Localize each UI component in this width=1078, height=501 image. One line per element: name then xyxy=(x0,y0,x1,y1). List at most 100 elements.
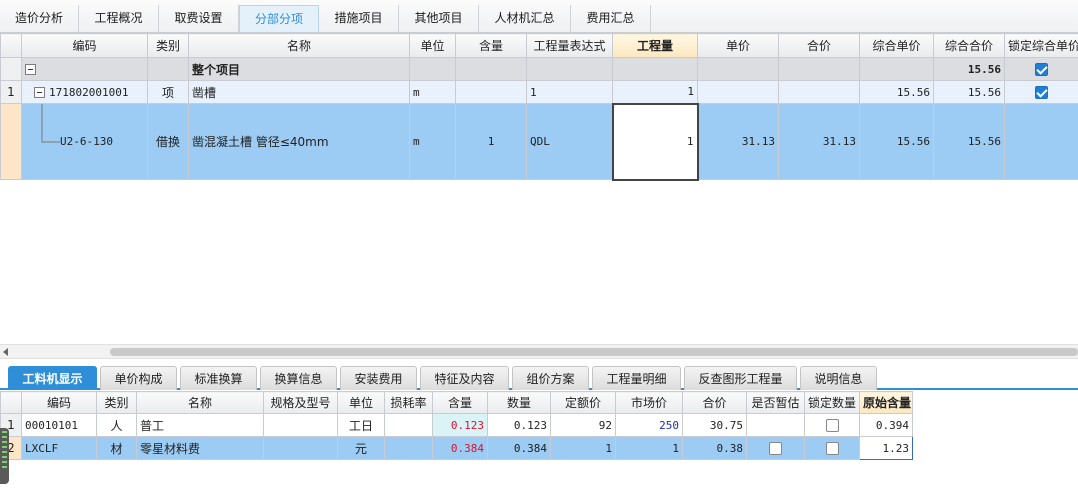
cell-expr[interactable] xyxy=(526,57,613,81)
orig-content-edit-cell[interactable]: 1.23 xyxy=(859,436,913,460)
table-row[interactable]: 1 171802001001 项 凿槽 m 1 1 15.56 15.56 xyxy=(0,80,1078,104)
cell-provisional[interactable] xyxy=(746,413,805,437)
cell-content[interactable]: 0.384 xyxy=(432,436,488,460)
cell-qty[interactable] xyxy=(612,57,698,81)
cell-spec[interactable] xyxy=(263,436,338,460)
table-row[interactable]: 1 00010101 人 普工 工日 0.123 0.123 92 250 30… xyxy=(0,413,913,437)
cell-comp-total[interactable]: 15.56 xyxy=(933,80,1005,104)
cell-unit[interactable]: 工日 xyxy=(337,413,385,437)
cell-loss[interactable] xyxy=(384,436,433,460)
qty-edit-cell[interactable]: 1 xyxy=(611,102,699,181)
header-type[interactable]: 类别 xyxy=(96,391,137,414)
cell-name[interactable]: 整个项目 xyxy=(188,57,410,81)
scroll-left-icon[interactable] xyxy=(3,348,8,356)
scroll-thumb[interactable] xyxy=(110,348,1078,356)
table-row-selected[interactable]: U2-6-130 借换 凿混凝土槽 管径≤40mm m 1 QDL 1 31.1… xyxy=(0,102,1078,181)
cell-price[interactable] xyxy=(697,80,779,104)
cell-code[interactable]: 00010101 xyxy=(21,413,97,437)
tab-pricing-plan[interactable]: 组价方案 xyxy=(512,366,589,390)
cell-code[interactable]: LXCLF xyxy=(21,436,97,460)
cell-loss[interactable] xyxy=(384,413,433,437)
cell-locked[interactable] xyxy=(1004,57,1078,81)
cell-content[interactable] xyxy=(455,80,527,104)
cell-locked[interactable] xyxy=(1004,80,1078,104)
cell-market-price[interactable]: 1 xyxy=(615,436,683,460)
cell-type[interactable]: 项 xyxy=(147,80,189,104)
cell-content[interactable] xyxy=(455,57,527,81)
tab-other-items[interactable]: 其他项目 xyxy=(399,5,479,32)
cell-name[interactable]: 凿槽 xyxy=(188,80,410,104)
cell-type[interactable]: 材 xyxy=(96,436,137,460)
cell-amount[interactable]: 0.384 xyxy=(487,436,551,460)
tab-sub-items[interactable]: 分部分项 xyxy=(239,5,319,32)
cell-code[interactable]: 171802001001 xyxy=(21,80,148,104)
cell-type[interactable] xyxy=(147,57,189,81)
cell-lock-qty[interactable] xyxy=(804,436,860,460)
header-loss[interactable]: 损耗率 xyxy=(384,391,433,414)
cell-name[interactable]: 普工 xyxy=(136,413,264,437)
header-qty[interactable]: 工程量 xyxy=(612,33,698,58)
cell-unit[interactable]: m xyxy=(409,80,456,104)
collapse-icon[interactable] xyxy=(34,87,45,98)
tab-unit-price-breakdown[interactable]: 单价构成 xyxy=(100,366,177,390)
collapse-icon[interactable] xyxy=(25,64,36,75)
provisional-checkbox[interactable] xyxy=(769,442,782,455)
header-locked[interactable]: 锁定综合单价 xyxy=(1004,33,1078,58)
cell-total[interactable] xyxy=(778,80,860,104)
cell-content[interactable]: 0.123 xyxy=(432,413,488,437)
cell-unit[interactable]: 元 xyxy=(337,436,385,460)
locked-checkbox[interactable] xyxy=(1035,86,1048,99)
header-quota-price[interactable]: 定额价 xyxy=(550,391,616,414)
lock-qty-checkbox[interactable] xyxy=(825,419,839,432)
cell-name[interactable]: 零星材料费 xyxy=(136,436,264,460)
cell-unit[interactable] xyxy=(409,57,456,81)
header-code[interactable]: 编码 xyxy=(21,391,97,414)
header-orig-content[interactable]: 原始含量 xyxy=(859,391,913,414)
cell-quota-price[interactable]: 92 xyxy=(550,413,616,437)
header-price[interactable]: 单价 xyxy=(697,33,779,58)
cell-code[interactable] xyxy=(21,57,148,81)
cell-quota-price[interactable]: 1 xyxy=(550,436,616,460)
header-total[interactable]: 合价 xyxy=(682,391,747,414)
header-amount[interactable]: 数量 xyxy=(487,391,551,414)
cell-amount[interactable]: 0.123 xyxy=(487,413,551,437)
tab-resource-summary[interactable]: 人材机汇总 xyxy=(479,5,571,32)
header-code[interactable]: 编码 xyxy=(21,33,148,58)
tab-fee-settings[interactable]: 取费设置 xyxy=(159,5,239,32)
cell-expr[interactable]: 1 xyxy=(526,80,613,104)
header-comp-price[interactable]: 综合单价 xyxy=(859,33,934,58)
tab-resource-display[interactable]: 工料机显示 xyxy=(8,366,97,390)
cell-total[interactable]: 31.13 xyxy=(778,103,860,180)
cell-expr[interactable]: QDL xyxy=(526,103,613,180)
header-content[interactable]: 含量 xyxy=(455,33,527,58)
cell-type[interactable]: 借换 xyxy=(147,103,189,180)
header-unit[interactable]: 单位 xyxy=(409,33,456,58)
cell-code[interactable]: U2-6-130 xyxy=(21,103,148,180)
tab-description[interactable]: 说明信息 xyxy=(800,366,877,390)
cell-provisional[interactable] xyxy=(746,436,805,460)
header-qty-expr[interactable]: 工程量表达式 xyxy=(526,33,613,58)
cell-type[interactable]: 人 xyxy=(96,413,137,437)
cell-price[interactable]: 31.13 xyxy=(697,103,779,180)
header-market-price[interactable]: 市场价 xyxy=(615,391,683,414)
header-provisional[interactable]: 是否暂估 xyxy=(746,391,805,414)
header-content[interactable]: 含量 xyxy=(432,391,488,414)
table-row-selected[interactable]: 2 LXCLF 材 零星材料费 元 0.384 0.384 1 1 0.38 1… xyxy=(0,436,913,460)
cell-price[interactable] xyxy=(697,57,779,81)
tab-project-overview[interactable]: 工程概况 xyxy=(79,5,159,32)
cell-lock-qty[interactable] xyxy=(804,413,860,437)
header-comp-total[interactable]: 综合合价 xyxy=(933,33,1005,58)
header-name[interactable]: 名称 xyxy=(136,391,264,414)
cell-comp-price[interactable]: 15.56 xyxy=(859,103,934,180)
cell-total[interactable] xyxy=(778,57,860,81)
tab-features[interactable]: 特征及内容 xyxy=(420,366,509,390)
locked-checkbox[interactable] xyxy=(1035,63,1048,76)
lock-qty-checkbox[interactable] xyxy=(825,442,839,455)
cell-comp-total[interactable]: 15.56 xyxy=(933,103,1005,180)
side-widget-icon[interactable] xyxy=(0,428,9,484)
cell-market-price[interactable]: 250 xyxy=(615,413,683,437)
cell-total[interactable]: 30.75 xyxy=(682,413,747,437)
header-lock-qty[interactable]: 锁定数量 xyxy=(804,391,860,414)
cell-comp-price[interactable]: 15.56 xyxy=(859,80,934,104)
tab-reverse-graphic-qty[interactable]: 反查图形工程量 xyxy=(684,366,797,390)
